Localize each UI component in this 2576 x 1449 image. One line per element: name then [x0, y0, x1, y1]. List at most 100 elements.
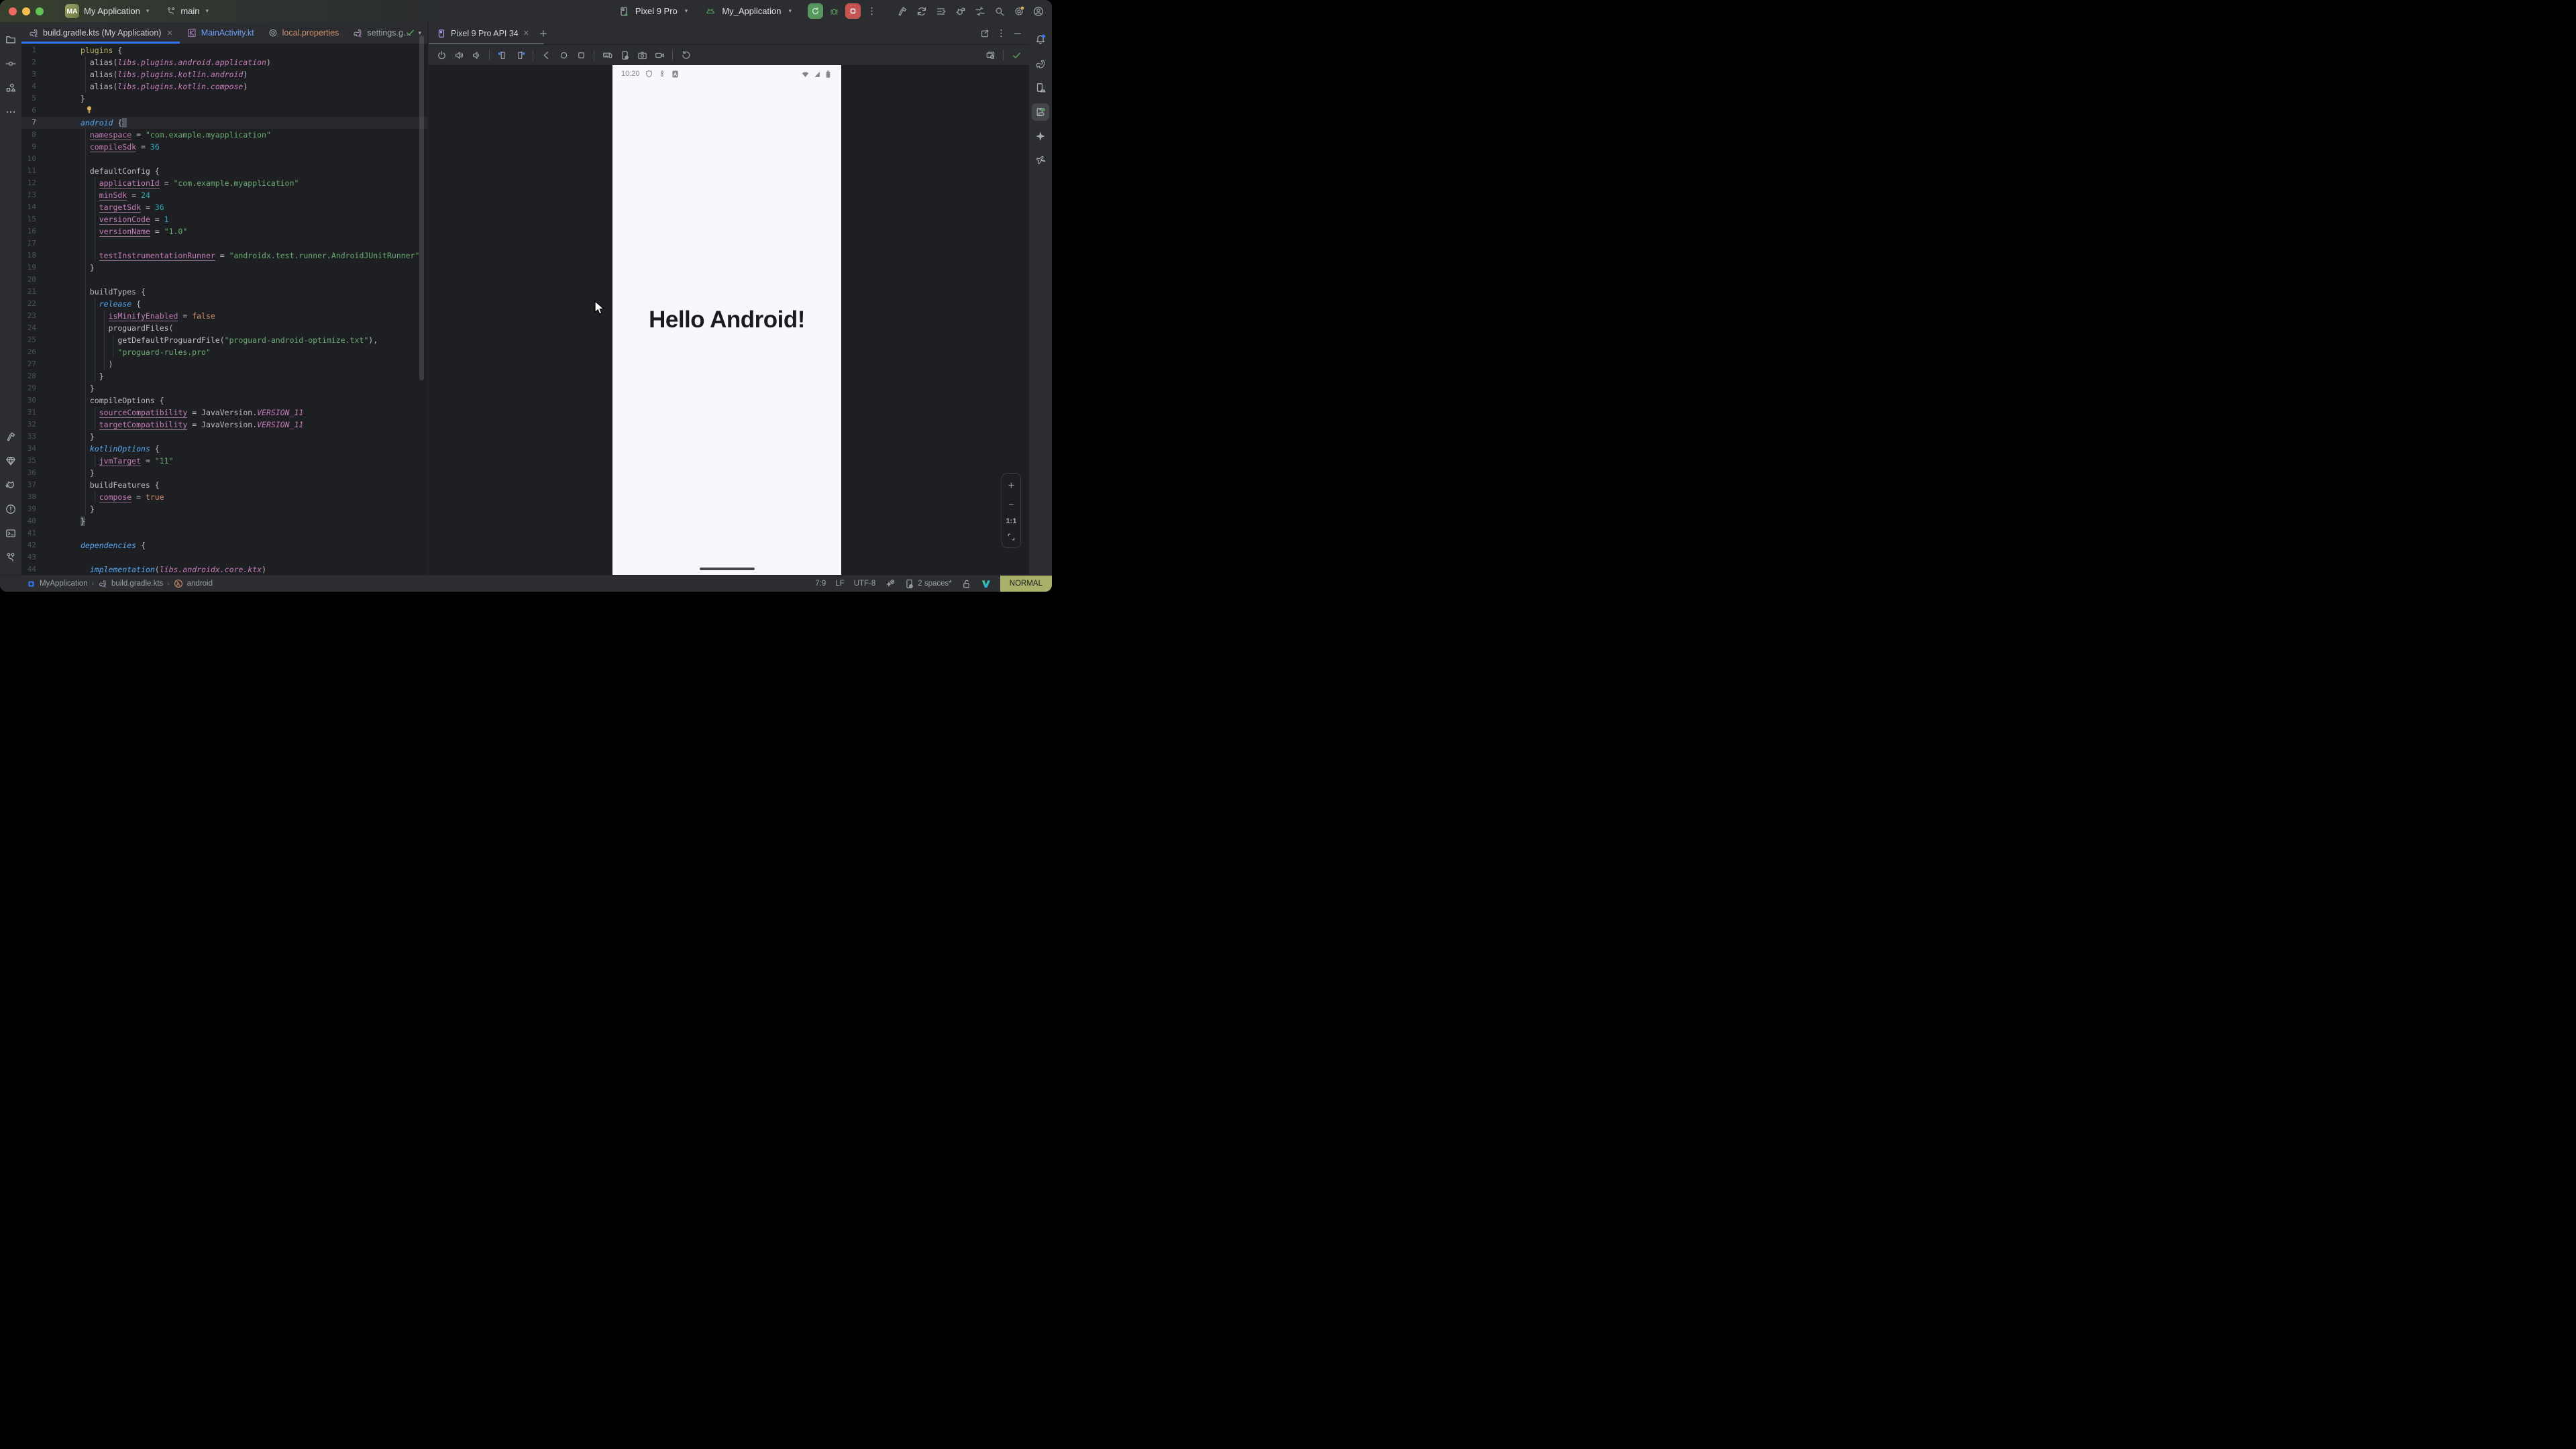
editor-tab[interactable]: MainActivity.kt	[180, 22, 261, 44]
rotate-left-icon[interactable]	[495, 48, 510, 62]
zoom-in-button[interactable]: +	[1008, 479, 1015, 492]
ui-check-icon[interactable]	[983, 48, 998, 62]
build-hammer-icon[interactable]	[897, 6, 908, 17]
sync-project-icon[interactable]	[916, 6, 927, 17]
code-line[interactable]: 20	[21, 274, 427, 286]
search-icon[interactable]	[994, 6, 1005, 17]
device-tab[interactable]: Pixel 9 Pro API 34 ✕	[429, 29, 536, 38]
gemini-icon[interactable]	[1032, 127, 1049, 145]
code-line[interactable]: 40}	[21, 515, 427, 527]
code-line[interactable]: 18 testInstrumentationRunner = "androidx…	[21, 250, 427, 262]
screen-record-icon[interactable]	[652, 48, 667, 62]
breadcrumb-item[interactable]: build.gradle.kts	[111, 580, 163, 588]
rotate-right-icon[interactable]	[513, 48, 527, 62]
zoom-window-button[interactable]	[36, 7, 44, 15]
code-line[interactable]: 15 versionCode = 1	[21, 213, 427, 225]
code-line[interactable]: 44 implementation(libs.androidx.core.ktx…	[21, 564, 427, 575]
app-distribution-icon[interactable]	[1032, 152, 1049, 169]
code-line[interactable]: 21 buildTypes {	[21, 286, 427, 298]
more-run-options-icon[interactable]	[867, 6, 877, 16]
run-configuration[interactable]: My_Application	[722, 6, 781, 16]
problems-icon[interactable]	[2, 500, 19, 518]
version-control-icon[interactable]	[2, 549, 19, 566]
minimize-window-button[interactable]	[22, 7, 30, 15]
code-line[interactable]: 25 getDefaultProguardFile("proguard-andr…	[21, 334, 427, 346]
chevron-down-icon[interactable]: ▾	[788, 7, 792, 15]
code-line[interactable]: 5}	[21, 93, 427, 105]
code-line[interactable]: 8 namespace = "com.example.myapplication…	[21, 129, 427, 141]
code-line[interactable]: 42dependencies {	[21, 539, 427, 551]
code-line[interactable]: 29 }	[21, 382, 427, 394]
more-kebab-icon[interactable]	[696, 48, 710, 62]
actual-size-button[interactable]: 1:1	[1006, 517, 1017, 525]
editor-tab[interactable]: build.gradle.kts (My Application)✕	[21, 22, 180, 44]
editor-tab[interactable]: local.properties	[261, 22, 346, 44]
screenshot-icon[interactable]	[635, 48, 649, 62]
volume-down-icon[interactable]	[469, 48, 484, 62]
open-in-window-icon[interactable]	[980, 29, 989, 38]
logcat-icon[interactable]	[2, 476, 19, 494]
code-line[interactable]: 38 compose = true	[21, 491, 427, 503]
indent-setting[interactable]: 2 spaces*	[918, 580, 952, 588]
code-line[interactable]: 41	[21, 527, 427, 539]
reset-icon[interactable]	[678, 48, 693, 62]
code-line[interactable]: 10	[21, 153, 427, 165]
zoom-out-button[interactable]: −	[1008, 499, 1014, 511]
more-kebab-icon[interactable]	[996, 28, 1006, 38]
structure-icon[interactable]	[2, 79, 19, 97]
inspections-ok-icon[interactable]	[405, 28, 415, 38]
code-line[interactable]: 28 }	[21, 370, 427, 382]
commit-icon[interactable]	[2, 55, 19, 72]
vcs-widget[interactable]: main ▾	[166, 6, 209, 16]
code-line[interactable]: 9 compileSdk = 36	[21, 141, 427, 153]
debug-button[interactable]	[829, 6, 839, 16]
profiler-icon[interactable]	[936, 6, 947, 17]
settings-icon[interactable]	[1014, 6, 1024, 17]
code-line[interactable]: 22 release {	[21, 298, 427, 310]
code-line[interactable]: 13 minSdk = 24	[21, 189, 427, 201]
code-line[interactable]: 17	[21, 237, 427, 250]
code-line[interactable]: 32 targetCompatibility = JavaVersion.VER…	[21, 419, 427, 431]
profile-app-icon[interactable]	[955, 6, 966, 17]
line-ending[interactable]: LF	[835, 580, 844, 588]
code-line[interactable]: 34 kotlinOptions {	[21, 443, 427, 455]
new-device-tab-button[interactable]	[539, 29, 548, 38]
code-line[interactable]: 11 defaultConfig {	[21, 165, 427, 177]
code-line[interactable]: 39 }	[21, 503, 427, 515]
code-line[interactable]: 14 targetSdk = 36	[21, 201, 427, 213]
device-selector[interactable]: Pixel 9 Pro	[635, 6, 678, 16]
encoding[interactable]: UTF-8	[854, 580, 876, 588]
gesture-bar[interactable]	[700, 568, 755, 570]
build-icon[interactable]	[2, 428, 19, 445]
notifications-icon[interactable]	[1032, 31, 1049, 48]
code-line[interactable]: 33 }	[21, 431, 427, 443]
code-line[interactable]: 27 )	[21, 358, 427, 370]
caret-position[interactable]: 7:9	[815, 580, 826, 588]
check-green-icon[interactable]	[1009, 48, 1024, 62]
code-line[interactable]: 4 alias(libs.plugins.kotlin.compose)	[21, 80, 427, 93]
device-manager-icon[interactable]	[1032, 79, 1049, 97]
gradle-icon[interactable]	[1032, 55, 1049, 72]
code-line[interactable]: 37 buildFeatures {	[21, 479, 427, 491]
chevron-down-icon[interactable]: ▾	[685, 7, 688, 15]
project-folder-icon[interactable]	[2, 31, 19, 48]
code-line[interactable]: 7android {	[21, 117, 427, 129]
app-quality-insights-icon[interactable]	[2, 452, 19, 470]
volume-up-icon[interactable]	[451, 48, 466, 62]
unlock-icon[interactable]	[961, 579, 971, 589]
project-widget[interactable]: MA My Application ▾	[65, 4, 149, 18]
code-line[interactable]: 43	[21, 551, 427, 564]
code-line[interactable]: 35 jvmTarget = "11"	[21, 455, 427, 467]
ideavim-icon[interactable]	[981, 579, 991, 589]
code-line[interactable]: 16 versionName = "1.0"	[21, 225, 427, 237]
hide-icon[interactable]	[1013, 29, 1022, 38]
emulator-screen[interactable]: 10:20 Hello Android!	[612, 65, 841, 576]
code-line[interactable]: 12 applicationId = "com.example.myapplic…	[21, 177, 427, 189]
device-settings-icon[interactable]	[617, 48, 632, 62]
code-line[interactable]: 6	[21, 105, 427, 117]
editor-scrollbar[interactable]	[419, 36, 424, 380]
hardware-input-icon[interactable]	[600, 48, 614, 62]
code-line[interactable]: 19 }	[21, 262, 427, 274]
code-line[interactable]: 26 "proguard-rules.pro"	[21, 346, 427, 358]
stop-button[interactable]	[845, 3, 861, 19]
